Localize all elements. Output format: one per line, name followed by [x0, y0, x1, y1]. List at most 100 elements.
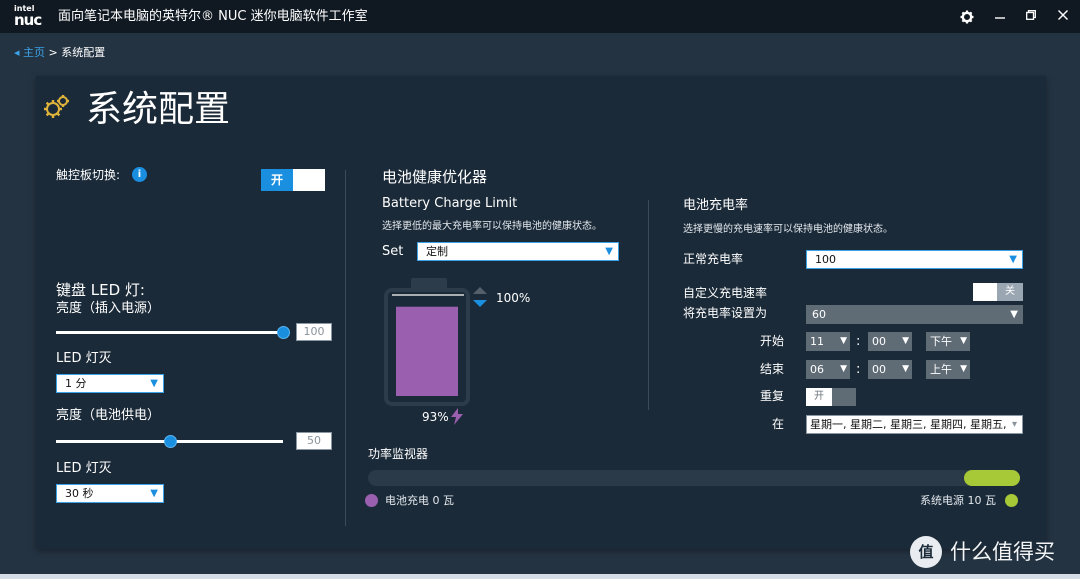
close-icon[interactable]: [1054, 8, 1072, 26]
days-select[interactable]: 星期一, 星期二, 星期三, 星期四, 星期五, ▾: [806, 415, 1023, 434]
custom-charge-rate-label: 自定义充电速率: [683, 286, 768, 300]
lightning-bolt-icon: [451, 408, 463, 425]
power-monitor-heading: 功率监视器: [368, 447, 429, 461]
touchpad-toggle-label-on: 开: [261, 169, 293, 191]
chevron-down-icon: ▼: [1009, 254, 1017, 265]
brightness-plugged-slider-fill: [56, 331, 283, 334]
battery-charge-legend-label: 电池充电 0 瓦: [385, 494, 454, 507]
charge-rate-desc: 选择更慢的充电速率可以保持电池的健康状态。: [683, 224, 893, 235]
watermark-text: 什么值得买: [950, 540, 1055, 564]
gear-icon[interactable]: [958, 8, 976, 26]
start-minute-select[interactable]: 00 ▼: [868, 332, 912, 351]
chevron-down-icon: ▾: [1011, 419, 1017, 430]
end-hour-value: 06: [810, 363, 824, 376]
settings-gears-icon: [42, 93, 70, 121]
end-minute-select[interactable]: 00 ▼: [868, 360, 912, 379]
touchpad-toggle[interactable]: 开: [261, 169, 325, 191]
back-arrow-icon[interactable]: ◂: [14, 46, 20, 59]
brightness-plugged-slider-thumb[interactable]: [277, 326, 290, 339]
days-value: 星期一, 星期二, 星期三, 星期四, 星期五,: [810, 418, 1007, 431]
title-bar: intel nuc 面向笔记本电脑的英特尔® NUC 迷你电脑软件工作室: [0, 0, 1080, 33]
power-monitor-bar: [368, 470, 1020, 486]
breadcrumb: ◂ 主页 > 系统配置: [14, 45, 105, 60]
set-charge-rate-value: 60: [812, 308, 826, 321]
current-charge-percent: 93%: [422, 410, 449, 424]
system-power-legend-label: 系统电源 10 瓦: [920, 494, 996, 507]
breadcrumb-current: 系统配置: [61, 46, 106, 59]
system-config-panel: 系统配置 触控板切换: i 开 键盘 LED 灯: 亮度（插入电源） 100 L…: [36, 76, 1046, 549]
chevron-down-icon: ▼: [150, 378, 158, 389]
keyboard-led-heading: 键盘 LED 灯:: [56, 281, 145, 299]
led-off-plugged-select[interactable]: 1 分 ▼: [56, 374, 164, 393]
battery-optimizer-heading: 电池健康优化器: [382, 168, 488, 186]
set-charge-rate-label: 将充电率设置为: [683, 306, 768, 320]
led-off-battery-label: LED 灯灭: [56, 461, 112, 476]
led-off-battery-select[interactable]: 30 秒 ▼: [56, 484, 164, 503]
brightness-battery-value[interactable]: 50: [296, 432, 332, 450]
page-title: 系统配置: [86, 89, 231, 130]
chevron-down-icon: ▼: [1010, 309, 1018, 320]
end-ampm-value: 上午: [930, 363, 952, 376]
brightness-plugged-slider-track[interactable]: [56, 331, 283, 334]
end-time-colon: :: [856, 362, 861, 377]
intel-nuc-logo: intel nuc: [14, 5, 50, 29]
charge-rate-heading: 电池充电率: [683, 198, 749, 213]
chevron-down-icon: ▼: [902, 336, 909, 346]
led-off-plugged-label: LED 灯灭: [56, 351, 112, 366]
led-off-battery-value: 30 秒: [65, 487, 94, 500]
chevron-down-icon: ▼: [902, 364, 909, 374]
info-icon[interactable]: i: [132, 167, 147, 182]
set-charge-rate-select[interactable]: 60 ▼: [806, 305, 1023, 324]
watermark-logo-icon: 值: [910, 536, 942, 568]
start-time-colon: :: [856, 334, 861, 349]
charge-limit-select[interactable]: 定制 ▼: [417, 242, 619, 261]
repeat-toggle[interactable]: 开: [806, 388, 856, 406]
battery-icon: [384, 278, 470, 406]
brightness-battery-slider-fill: [56, 440, 170, 443]
start-ampm-select[interactable]: 下午 ▼: [926, 332, 970, 351]
custom-charge-rate-toggle[interactable]: 关: [973, 283, 1023, 301]
system-power-legend-dot: [1005, 494, 1018, 507]
brightness-plugged-label: 亮度（插入电源）: [56, 301, 161, 316]
watermark: 值 什么值得买: [910, 536, 1080, 572]
chevron-down-icon: ▼: [960, 364, 967, 374]
normal-charge-rate-label: 正常充电率: [683, 252, 744, 266]
brightness-battery-label: 亮度（电池供电）: [56, 408, 161, 423]
breadcrumb-home-link[interactable]: 主页: [23, 46, 45, 59]
days-label: 在: [772, 417, 785, 431]
chevron-down-icon: ▼: [150, 488, 158, 499]
logo-nuc-text: nuc: [14, 11, 42, 29]
start-time-label: 开始: [760, 334, 785, 348]
normal-charge-rate-value: 100: [815, 253, 836, 266]
restore-icon[interactable]: [1022, 8, 1040, 26]
normal-charge-rate-select[interactable]: 100 ▼: [806, 250, 1023, 269]
chevron-down-icon: ▼: [605, 246, 613, 257]
battery-charge-limit-title: Battery Charge Limit: [382, 196, 518, 211]
custom-charge-rate-toggle-text: 关: [997, 283, 1023, 301]
power-monitor-system-fill: [964, 470, 1020, 486]
charge-limit-stepper-icon[interactable]: [473, 287, 487, 309]
repeat-label: 重复: [760, 389, 785, 403]
chevron-down-icon: ▼: [960, 336, 967, 346]
end-ampm-select[interactable]: 上午 ▼: [926, 360, 970, 379]
breadcrumb-separator: >: [48, 46, 58, 59]
touchpad-toggle-label: 触控板切换:: [56, 168, 121, 182]
brightness-plugged-value[interactable]: 100: [296, 323, 332, 341]
battery-charge-legend-dot: [365, 494, 378, 507]
end-time-label: 结束: [760, 362, 785, 376]
end-hour-select[interactable]: 06 ▼: [806, 360, 850, 379]
led-off-plugged-value: 1 分: [65, 377, 87, 390]
start-hour-select[interactable]: 11 ▼: [806, 332, 850, 351]
start-hour-value: 11: [810, 335, 824, 348]
column-divider: [345, 170, 346, 526]
charge-limit-value: 定制: [426, 245, 448, 258]
end-minute-value: 00: [872, 363, 886, 376]
set-label: Set: [382, 244, 404, 259]
charge-limit-percent: 100%: [496, 291, 531, 305]
brightness-battery-slider-thumb[interactable]: [163, 435, 177, 448]
start-ampm-value: 下午: [930, 335, 952, 348]
chevron-down-icon: ▼: [840, 364, 847, 374]
section-divider: [648, 200, 649, 410]
minimize-icon[interactable]: [991, 8, 1009, 26]
start-minute-value: 00: [872, 335, 886, 348]
